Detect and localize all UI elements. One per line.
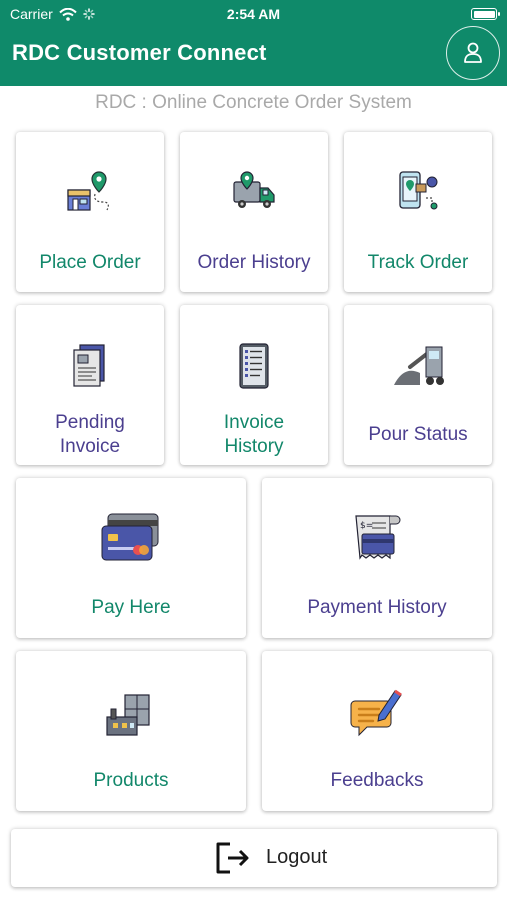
page-subtitle: RDC : Online Concrete Order System — [95, 92, 412, 113]
logout-label: Logout — [266, 846, 328, 868]
map-route-icon — [67, 171, 109, 211]
status-time: 2:54 AM — [226, 6, 281, 22]
payment-history-label: Payment History — [307, 597, 447, 618]
factory-icon — [106, 694, 150, 736]
logout-icon — [216, 842, 249, 874]
pending-invoice-tile[interactable]: Pending Invoice — [16, 305, 164, 465]
feedbacks-tile[interactable]: Feedbacks — [262, 651, 492, 811]
place-order-label: Place Order — [39, 252, 141, 273]
feedback-pen-icon — [350, 689, 402, 737]
pending-invoice-label-line1: Pending — [55, 412, 125, 433]
track-order-tile[interactable]: Track Order — [344, 132, 492, 292]
app-title: RDC Customer Connect — [12, 40, 267, 65]
invoice-history-tile[interactable]: Invoice History — [180, 305, 328, 465]
logout-button[interactable]: Logout — [11, 829, 497, 887]
phone-tracking-icon — [399, 171, 438, 210]
svg-text:$=: $= — [360, 521, 373, 531]
feedbacks-label: Feedbacks — [330, 770, 424, 791]
invoice-document-icon — [73, 344, 105, 387]
invoice-history-label-line2: History — [224, 436, 284, 457]
delivery-truck-icon — [233, 171, 275, 208]
order-history-tile[interactable]: Order History — [180, 132, 328, 292]
place-order-tile[interactable]: Place Order — [16, 132, 164, 292]
products-tile[interactable]: Products — [16, 651, 246, 811]
status-bar: Carrier 2:54 AM — [0, 0, 507, 28]
app-header: Carrier 2:54 AM RDC Customer Connect — [0, 0, 507, 86]
pour-status-label: Pour Status — [368, 424, 468, 445]
concrete-pour-icon — [394, 346, 444, 385]
receipt-card-icon: $= — [355, 515, 401, 560]
invoice-list-icon — [239, 343, 269, 389]
invoice-history-label-line1: Invoice — [223, 412, 285, 433]
user-icon — [464, 42, 482, 63]
profile-button[interactable] — [446, 26, 500, 80]
battery-icon — [471, 8, 500, 20]
track-order-label: Track Order — [367, 252, 469, 273]
pour-status-tile[interactable]: Pour Status — [344, 305, 492, 465]
pay-here-label: Pay Here — [91, 597, 171, 618]
payment-history-tile[interactable]: $= Payment History — [262, 478, 492, 638]
pay-here-tile[interactable]: Pay Here — [16, 478, 246, 638]
order-history-label: Order History — [197, 252, 311, 273]
pending-invoice-label-line2: Invoice — [59, 436, 121, 457]
products-label: Products — [93, 770, 169, 791]
credit-card-icon — [101, 513, 159, 561]
